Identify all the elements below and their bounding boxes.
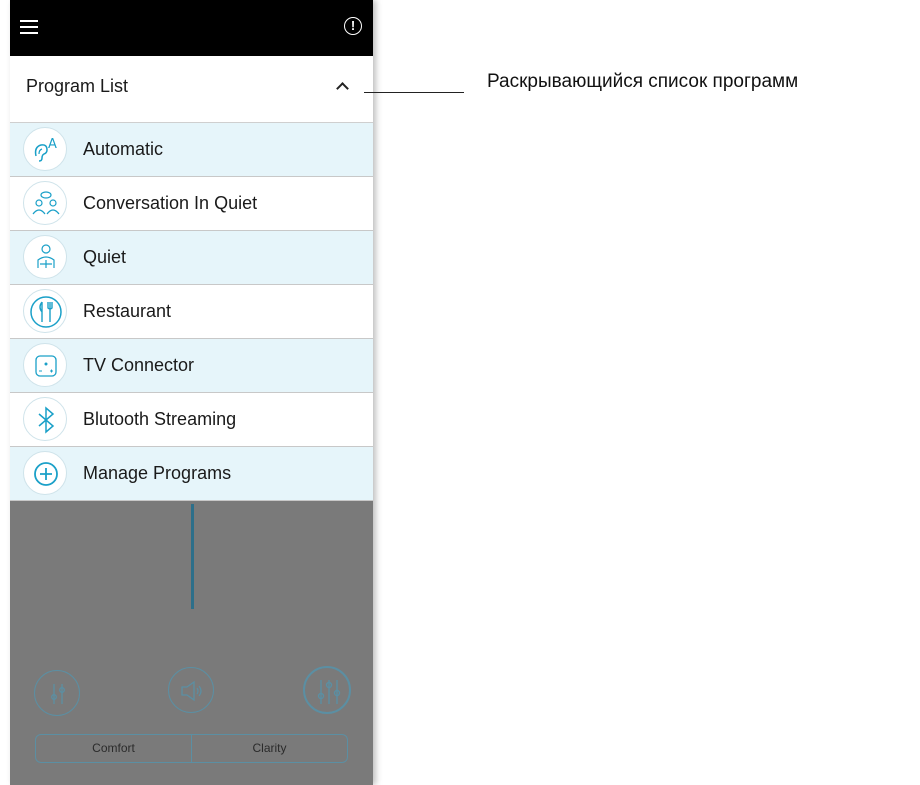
phone-screen: ! Program List A Automatic Conversation … <box>10 0 373 785</box>
tv-connector-icon <box>23 343 67 387</box>
program-item-tv-connector[interactable]: TV Connector <box>10 339 373 393</box>
alert-icon[interactable]: ! <box>344 17 362 35</box>
program-item-quiet[interactable]: Quiet <box>10 231 373 285</box>
program-item-conversation-in-quiet[interactable]: Conversation In Quiet <box>10 177 373 231</box>
program-label: Automatic <box>83 139 164 159</box>
program-list-dropdown[interactable]: Program List <box>10 56 373 123</box>
restaurant-icon <box>23 289 67 333</box>
program-label: Blutooth Streaming <box>83 409 237 429</box>
program-item-manage-programs[interactable]: Manage Programs <box>10 447 373 501</box>
level-indicator-line <box>191 504 194 609</box>
program-label: TV Connector <box>83 355 195 375</box>
bluetooth-icon <box>23 397 67 441</box>
conversation-icon <box>23 181 67 225</box>
program-label: Restaurant <box>83 301 172 321</box>
automatic-ear-icon: A <box>23 127 67 171</box>
callout-label: Раскрывающийся список программ <box>487 71 799 92</box>
svg-text:A: A <box>48 137 57 152</box>
program-label: Conversation In Quiet <box>83 193 258 213</box>
clarity-option[interactable]: Clarity <box>191 735 347 762</box>
equalizer-button[interactable] <box>34 670 80 716</box>
reading-person-icon <box>23 235 67 279</box>
comfort-option[interactable]: Comfort <box>36 735 191 762</box>
chevron-up-icon <box>336 82 349 95</box>
callout-line <box>364 92 464 93</box>
program-item-bluetooth-streaming[interactable]: Blutooth Streaming <box>10 393 373 447</box>
dimmed-background: Comfort Clarity <box>10 504 373 785</box>
program-list: A Automatic Conversation In Quiet Quiet … <box>10 123 373 501</box>
hamburger-menu-icon[interactable] <box>20 20 38 34</box>
program-label: Quiet <box>83 247 127 267</box>
advanced-adjust-button[interactable] <box>303 666 351 714</box>
volume-button[interactable] <box>168 667 214 713</box>
top-bar: ! <box>10 0 373 56</box>
comfort-clarity-toggle: Comfort Clarity <box>35 734 348 763</box>
program-label: Manage Programs <box>83 463 232 483</box>
equalizer-icon <box>51 684 65 704</box>
program-item-automatic[interactable]: A Automatic <box>10 123 373 177</box>
speaker-icon <box>181 680 202 702</box>
program-list-title: Program List <box>26 76 129 96</box>
program-item-restaurant[interactable]: Restaurant <box>10 285 373 339</box>
plus-circle-icon <box>23 451 67 495</box>
sliders-icon <box>317 680 341 704</box>
